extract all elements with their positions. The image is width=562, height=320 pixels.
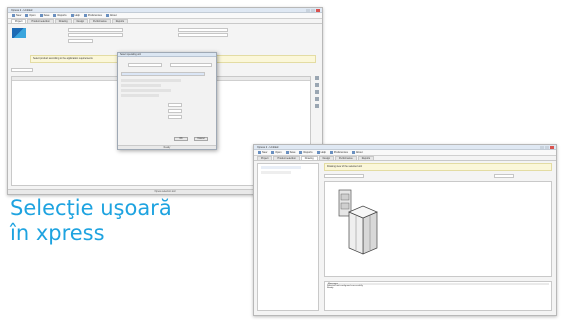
dialog-model-select[interactable] (170, 63, 212, 67)
save-button[interactable]: Save (285, 151, 297, 154)
tab-reports[interactable]: Reports (357, 156, 375, 160)
project-name-field[interactable] (68, 28, 123, 32)
tab-drawing[interactable]: Drawing (300, 156, 318, 160)
toolbar-icon (299, 151, 303, 154)
unit-type-select[interactable] (11, 68, 33, 72)
main-tabs: Project Product selection Drawing Design… (254, 156, 556, 161)
save-button[interactable]: Save (39, 14, 51, 17)
tab-project[interactable]: Project (11, 19, 27, 23)
dialog-title: Select operating unit (118, 53, 216, 57)
cancel-button[interactable]: Cancel (194, 137, 208, 141)
window-close-icon[interactable] (550, 146, 554, 149)
delete-row-button[interactable] (315, 97, 319, 101)
toolbar-icon (285, 151, 289, 154)
ok-button[interactable]: OK (174, 137, 188, 141)
toolbar-icon (316, 151, 320, 154)
preferences-button[interactable]: Preferences (329, 151, 349, 154)
tab-design[interactable]: Design (318, 156, 335, 160)
dialog-airflow-field[interactable] (168, 103, 182, 107)
dialog-unit-field[interactable] (128, 63, 162, 67)
select-unit-dialog: Select operating unit OK Cancel Ready (117, 52, 217, 150)
toolbar-icon (12, 14, 15, 17)
view-select[interactable] (324, 174, 364, 178)
main-tabs: Project Product selection Drawing Design… (8, 19, 322, 24)
dialog-option-line (121, 84, 161, 87)
reports-button[interactable]: Reports (298, 151, 313, 154)
window-controls (540, 146, 554, 149)
window-close-icon[interactable] (316, 9, 320, 12)
caption-line-2: în xpress (10, 221, 105, 245)
preferences-button[interactable]: Preferences (83, 14, 103, 17)
tab-product-selection[interactable]: Product selection (27, 19, 54, 23)
window-title: Xpress 2 - Untitled (257, 146, 279, 149)
tab-project[interactable]: Project (257, 156, 273, 160)
dialog-pressure-field[interactable] (168, 109, 182, 113)
minimize-button[interactable] (540, 146, 544, 149)
reference-field[interactable] (68, 33, 123, 37)
toolbar-icon (258, 151, 261, 154)
marketing-caption: Selecţie uşoară în xpress (10, 196, 172, 246)
toolbar-icon (351, 151, 355, 154)
help-button[interactable]: Help (70, 14, 81, 17)
window-titlebar: Xpress 2 - Untitled (254, 145, 556, 150)
edit-row-button[interactable] (315, 83, 319, 87)
toolbar-icon (271, 151, 275, 154)
tree-item[interactable] (261, 166, 301, 169)
dialog-option-line (121, 94, 159, 97)
toolbar-icon (83, 14, 87, 17)
app-logo-icon (12, 28, 26, 38)
messages-panel: Messages Selected unit configured succes… (324, 281, 552, 311)
product-drawing-icon (338, 189, 378, 255)
tab-product-selection[interactable]: Product selection (273, 156, 300, 160)
dialog-option-line (121, 89, 171, 92)
help-button[interactable]: Help (316, 151, 327, 154)
info-bar: Drawing view of the selected unit (324, 163, 552, 171)
toolbar-icon (39, 14, 43, 17)
new-button[interactable]: New (11, 14, 22, 17)
toolbar-icon (70, 14, 74, 17)
scale-select[interactable] (494, 174, 514, 178)
project-date-field[interactable] (178, 33, 228, 37)
about-button[interactable]: About (105, 14, 118, 17)
side-toolbar (314, 76, 320, 108)
toolbar-icon (53, 14, 57, 17)
drawing-application-window: Xpress 2 - Untitled New Open Save Report… (253, 144, 557, 316)
toolbar-icon (329, 151, 333, 154)
window-controls (306, 9, 320, 12)
dialog-option-line (121, 79, 181, 82)
tab-reports[interactable]: Reports (111, 19, 129, 23)
tab-drawing[interactable]: Drawing (54, 19, 72, 23)
dialog-temperature-field[interactable] (168, 115, 182, 119)
country-select[interactable] (68, 39, 93, 43)
drawing-canvas[interactable] (324, 181, 552, 277)
copy-row-button[interactable] (315, 90, 319, 94)
window-titlebar: Xpress 2 - Untitled (8, 8, 322, 13)
about-button[interactable]: About (351, 151, 364, 154)
dialog-footer: Ready (118, 145, 216, 149)
maximize-button[interactable] (311, 9, 315, 12)
tab-design[interactable]: Design (72, 19, 89, 23)
dialog-size-select[interactable] (121, 72, 205, 76)
move-up-button[interactable] (315, 104, 319, 108)
reports-button[interactable]: Reports (52, 14, 67, 17)
message-line: Ready (327, 287, 334, 289)
open-button[interactable]: Open (24, 14, 36, 17)
tab-performance[interactable]: Performance (89, 19, 111, 23)
open-button[interactable]: Open (270, 151, 282, 154)
unit-tree-panel[interactable] (257, 163, 319, 311)
toolbar-icon (105, 14, 109, 17)
tree-item[interactable] (261, 171, 291, 174)
tab-performance[interactable]: Performance (335, 156, 357, 160)
maximize-button[interactable] (545, 146, 549, 149)
minimize-button[interactable] (306, 9, 310, 12)
add-row-button[interactable] (315, 76, 319, 80)
window-title: Xpress 2 - Untitled (11, 9, 33, 12)
caption-line-1: Selecţie uşoară (10, 196, 172, 220)
customer-field[interactable] (178, 28, 228, 32)
new-button[interactable]: New (257, 151, 268, 154)
toolbar-icon (25, 14, 29, 17)
